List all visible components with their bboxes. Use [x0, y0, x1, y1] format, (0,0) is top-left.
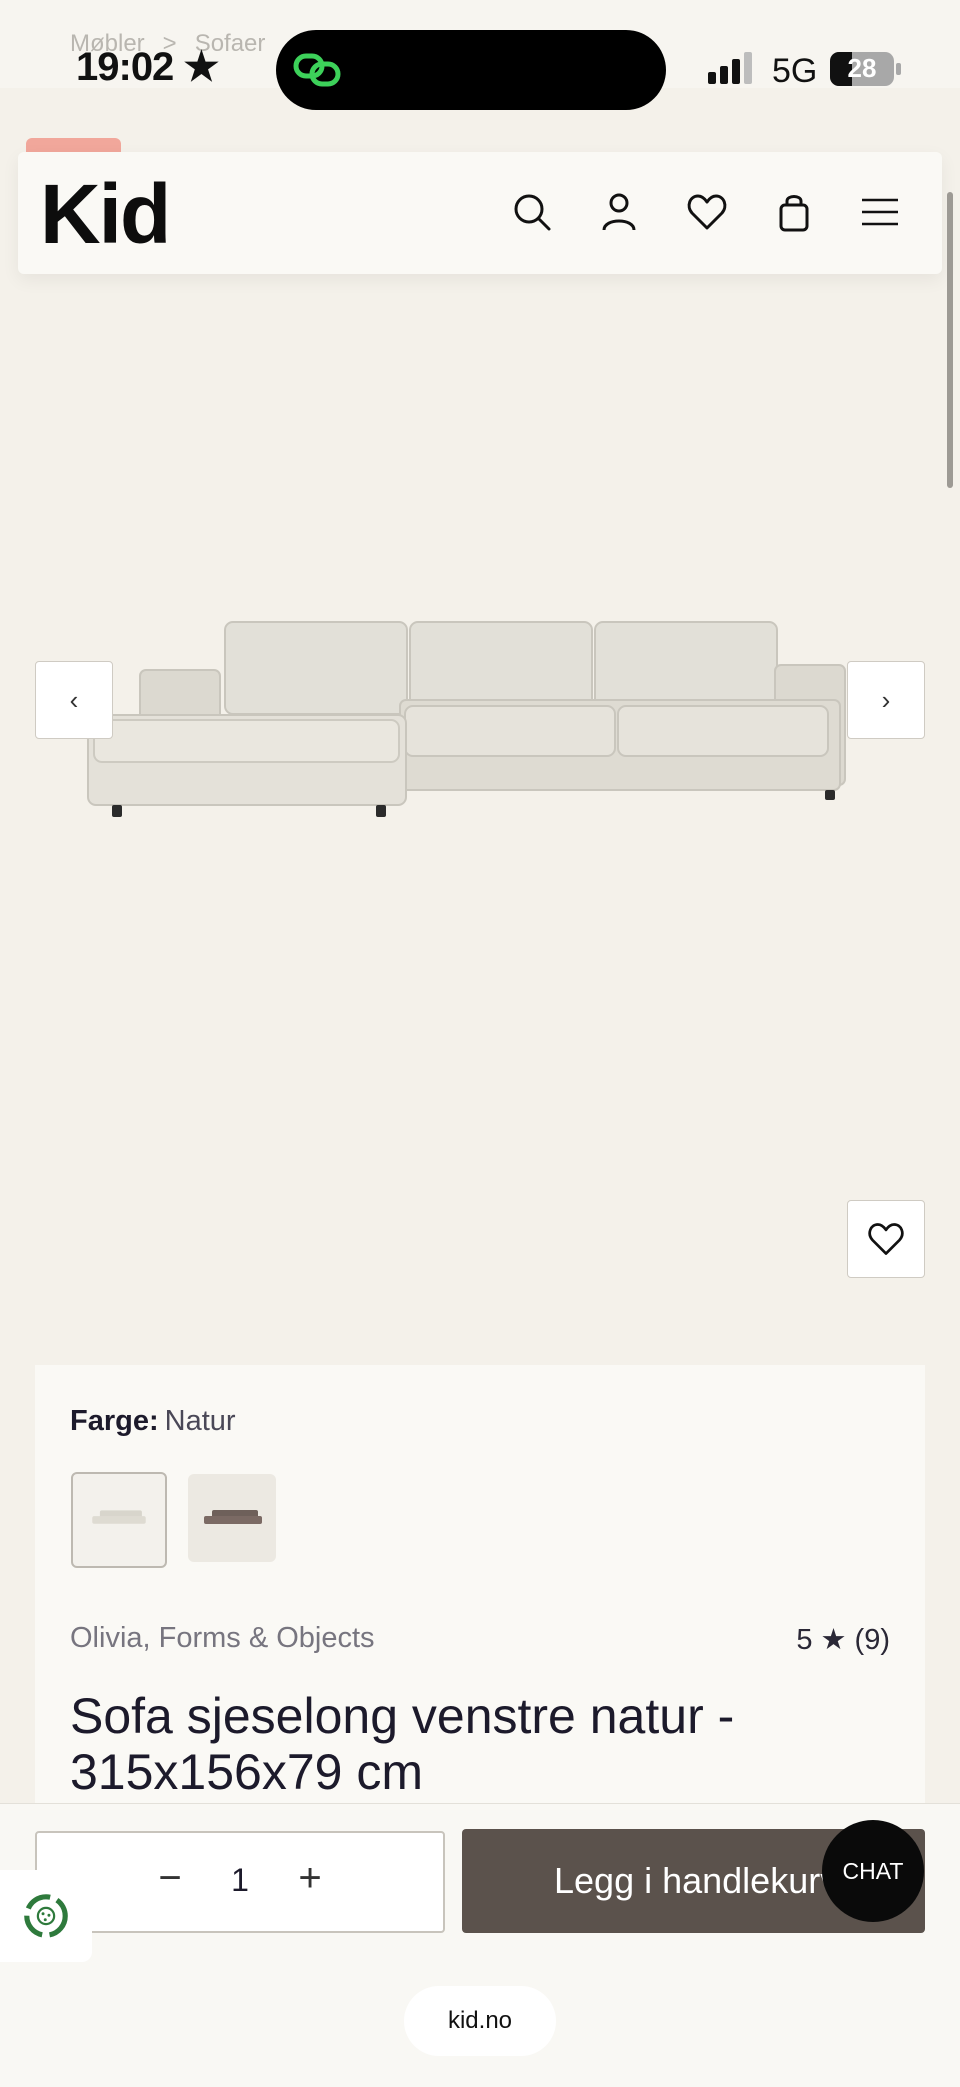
product-brand[interactable]: Olivia, Forms & Objects: [70, 1622, 375, 1655]
linked-rings-icon: [293, 53, 341, 87]
gallery-next-button[interactable]: ›: [847, 661, 925, 739]
eco-badge[interactable]: [0, 1870, 92, 1962]
heart-icon: [868, 1223, 904, 1255]
chat-button[interactable]: CHAT: [822, 1820, 924, 1922]
site-logo[interactable]: Kid: [40, 166, 171, 263]
recycle-icon: [24, 1894, 68, 1938]
product-rating[interactable]: 5 ★ (9): [780, 1622, 890, 1657]
chevron-left-icon: ‹: [69, 684, 79, 715]
chevron-right-icon: ›: [881, 684, 891, 715]
add-to-wishlist-button[interactable]: [847, 1200, 925, 1278]
increase-quantity-button[interactable]: +: [290, 1858, 330, 1898]
location-star-icon: ★: [183, 45, 219, 89]
battery-level: 28: [847, 53, 877, 83]
gallery-prev-button[interactable]: ‹: [35, 661, 113, 739]
battery-icon: 28: [830, 52, 902, 86]
product-image-sofa: [87, 621, 846, 817]
account-icon[interactable]: [597, 190, 641, 234]
sofa-thumbnail: [92, 1510, 146, 1524]
color-label: Farge:: [70, 1405, 159, 1437]
heart-icon[interactable]: [685, 190, 729, 234]
color-selection: Farge: Natur: [70, 1405, 236, 1438]
color-swatch-natur[interactable]: [71, 1472, 167, 1568]
status-time: 19:02 ★: [76, 45, 219, 89]
quantity-value[interactable]: 1: [220, 1862, 260, 1899]
search-icon[interactable]: [510, 190, 554, 234]
browser-url-pill[interactable]: kid.no: [404, 1986, 556, 2056]
shopping-bag-icon[interactable]: [772, 190, 816, 234]
decrease-quantity-button[interactable]: −: [150, 1858, 190, 1898]
color-swatch-brown[interactable]: [188, 1474, 276, 1562]
product-title: Sofa sjeselong venstre natur - 315x156x7…: [70, 1688, 735, 1800]
network-label: 5G: [772, 52, 818, 90]
scrollbar[interactable]: [947, 192, 953, 488]
signal-icon: [708, 52, 752, 84]
menu-icon[interactable]: [858, 190, 902, 234]
sofa-thumbnail: [204, 1510, 262, 1524]
color-value: Natur: [164, 1405, 236, 1437]
